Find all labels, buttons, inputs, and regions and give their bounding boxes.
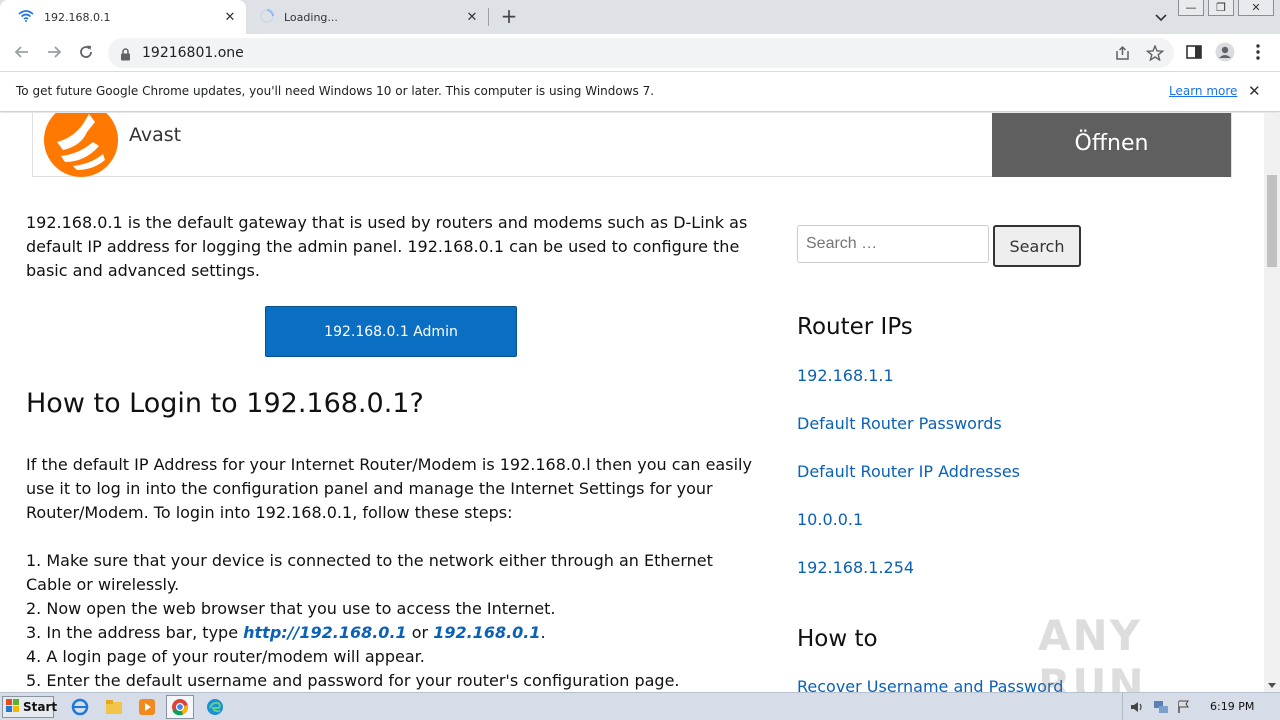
back-arrow-icon — [14, 46, 28, 58]
taskbar-clock[interactable]: 6:19 PM — [1210, 700, 1254, 713]
edge-taskbar-icon[interactable] — [201, 695, 229, 719]
avast-logo-icon — [43, 113, 119, 182]
profile-avatar-icon[interactable] — [1215, 42, 1235, 62]
steps-list: 1. Make sure that your device is connect… — [26, 549, 756, 692]
page-scrollbar[interactable] — [1264, 113, 1280, 692]
router-link-192-168-1-254[interactable]: 192.168.1.254 — [797, 558, 914, 577]
http-ip-link[interactable]: http://192.168.0.1 — [243, 623, 407, 642]
loading-spinner-icon — [260, 8, 274, 26]
step-4: 4. A login page of your router/modem wil… — [26, 647, 425, 666]
tab-title: 192.168.0.1 — [44, 10, 111, 24]
browser-toolbar: 19216801.one — [0, 34, 1280, 72]
tab-separator — [488, 8, 489, 26]
step-3-end: . — [540, 623, 546, 642]
router-ips-heading: Router IPs — [797, 314, 913, 340]
volume-icon[interactable] — [1129, 699, 1145, 718]
minimize-button[interactable]: — — [1178, 0, 1204, 16]
tab-search-icon[interactable] — [1152, 8, 1170, 26]
admin-login-button[interactable]: 192.168.0.1 Admin — [265, 306, 517, 357]
system-tray — [1122, 693, 1280, 720]
step-3-or: or — [406, 623, 434, 642]
reload-icon — [80, 45, 92, 58]
article-heading: How to Login to 192.168.0.1? — [26, 388, 424, 419]
close-tab-icon[interactable]: ✕ — [464, 9, 480, 25]
window-controls: — ❐ ✕ — [1178, 0, 1274, 16]
router-link-10-0-0-1[interactable]: 10.0.0.1 — [797, 510, 863, 529]
step-5: 5. Enter the default username and passwo… — [26, 671, 680, 690]
tab-strip: 192.168.0.1 ✕ Loading... ✕ + — ❐ ✕ — [0, 0, 1280, 34]
howto-link-recover[interactable]: Recover Username and Password — [797, 677, 1063, 692]
tab-192-168-0-1[interactable]: 192.168.0.1 ✕ — [0, 0, 246, 34]
ad-brand: Avast — [129, 124, 182, 146]
start-button[interactable]: Start — [2, 696, 58, 718]
action-center-flag-icon[interactable] — [1177, 699, 1191, 718]
address-bar[interactable]: 19216801.one — [108, 38, 1174, 68]
router-link-default-passwords[interactable]: Default Router Passwords — [797, 414, 1002, 433]
anyrun-watermark: ANY RUN — [1038, 611, 1146, 692]
side-panel-icon[interactable] — [1184, 42, 1204, 62]
learn-more-link[interactable]: Learn more — [1169, 84, 1237, 98]
reload-button[interactable] — [76, 43, 96, 63]
forward-arrow-icon — [48, 46, 62, 58]
close-tab-icon[interactable]: ✕ — [222, 9, 238, 25]
how-to-heading: How to — [797, 626, 878, 652]
infobar-message: To get future Google Chrome updates, you… — [16, 84, 655, 98]
network-icon[interactable] — [1153, 699, 1169, 718]
chrome-taskbar-icon[interactable] — [166, 695, 194, 719]
new-tab-button[interactable]: + — [499, 6, 519, 27]
step-3-text: 3. In the address bar, type — [26, 623, 244, 642]
back-button[interactable] — [12, 43, 32, 63]
web-page: Avast Öffnen 192.168.0.1 is the default … — [0, 113, 1264, 692]
search-button[interactable]: Search — [993, 225, 1081, 267]
menu-kebab-icon[interactable] — [1248, 42, 1268, 62]
avast-ad-banner[interactable]: Avast Öffnen — [32, 113, 1232, 177]
url-text: 19216801.one — [142, 45, 244, 61]
step-2: 2. Now open the web browser that you use… — [26, 599, 556, 618]
wifi-icon — [18, 9, 34, 25]
scrollbar-thumb[interactable] — [1267, 175, 1277, 267]
intro-paragraph: 192.168.0.1 is the default gateway that … — [26, 213, 748, 280]
tab-title: Loading... — [284, 10, 338, 24]
ad-open-button[interactable]: Öffnen — [992, 113, 1231, 177]
tab-loading[interactable]: Loading... ✕ — [250, 0, 488, 34]
ip-link[interactable]: 192.168.0.1 — [433, 623, 540, 642]
close-window-button[interactable]: ✕ — [1238, 0, 1274, 16]
close-infobar-icon[interactable]: ✕ — [1248, 82, 1261, 100]
lock-icon[interactable] — [120, 46, 131, 65]
restore-button[interactable]: ❐ — [1208, 0, 1234, 16]
share-icon[interactable] — [1114, 45, 1132, 61]
router-link-192-168-1-1[interactable]: 192.168.1.1 — [797, 366, 894, 385]
ie-taskbar-icon[interactable] — [66, 695, 94, 719]
windows-logo-icon — [6, 698, 20, 716]
step-1: 1. Make sure that your device is connect… — [26, 551, 713, 594]
forward-button[interactable] — [44, 43, 64, 63]
bookmark-star-icon[interactable] — [1145, 44, 1165, 62]
media-player-taskbar-icon[interactable] — [133, 695, 161, 719]
step-3: 3. In the address bar, type http://192.1… — [26, 621, 756, 645]
windows-taskbar: Start 6:19 PM — [0, 692, 1280, 720]
explorer-taskbar-icon[interactable] — [100, 695, 128, 719]
router-link-default-ip-addresses[interactable]: Default Router IP Addresses — [797, 462, 1020, 481]
instructions-paragraph: If the default IP Address for your Inter… — [26, 455, 752, 522]
search-input[interactable] — [797, 225, 989, 263]
update-infobar: To get future Google Chrome updates, you… — [0, 72, 1280, 112]
start-label: Start — [23, 700, 58, 714]
scroll-down-arrow-icon[interactable] — [1268, 683, 1276, 688]
